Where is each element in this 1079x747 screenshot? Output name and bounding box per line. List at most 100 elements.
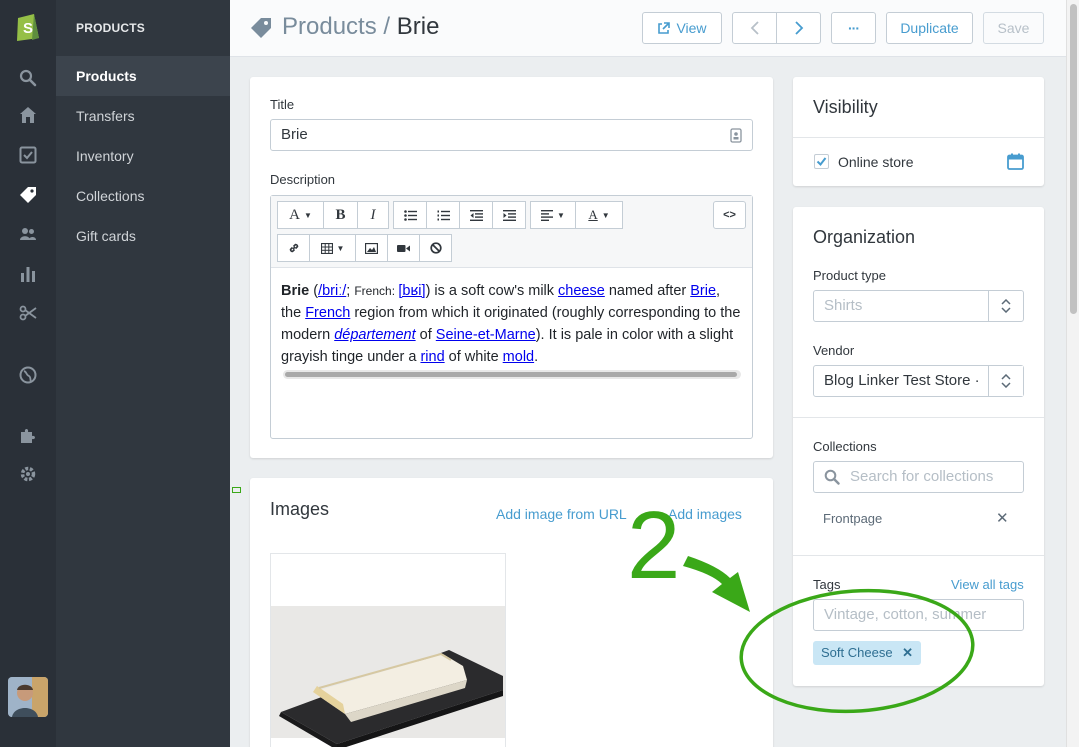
desc-link-french[interactable]: French: [305, 305, 350, 321]
apps-puzzle-icon[interactable]: [17, 424, 39, 446]
settings-gear-icon[interactable]: [17, 463, 39, 485]
products-tag-icon[interactable]: [17, 184, 39, 206]
avatar[interactable]: [8, 677, 48, 717]
visibility-card: Visibility Online store: [793, 77, 1044, 186]
scrollbar-thumb[interactable]: [285, 372, 737, 377]
subnav-item-inventory[interactable]: Inventory: [56, 136, 230, 176]
svg-text:S: S: [23, 20, 33, 37]
desc-link-rind[interactable]: rind: [420, 349, 444, 365]
product-type-select[interactable]: Shirts: [813, 290, 1024, 322]
clear-formatting-button[interactable]: [419, 234, 452, 262]
caret-down-icon: ▼: [601, 210, 610, 220]
title-input[interactable]: Brie: [270, 119, 753, 151]
duplicate-button[interactable]: Duplicate: [886, 12, 973, 44]
images-card: Images Add image from URL Add images: [250, 478, 773, 747]
breadcrumb-separator: /: [383, 13, 391, 40]
scrollbar-thumb[interactable]: [1070, 4, 1077, 314]
vendor-select[interactable]: Blog Linker Test Store ·: [813, 365, 1024, 397]
tags-input[interactable]: Vintage, cotton, summer: [813, 599, 1024, 631]
html-source-button[interactable]: <>: [713, 201, 746, 229]
desc-link-departement[interactable]: département: [334, 327, 415, 343]
subnav-item-products[interactable]: Products: [56, 56, 230, 96]
home-icon[interactable]: [17, 104, 39, 126]
collection-item-frontpage: Frontpage: [823, 511, 883, 526]
chevron-right-icon: [794, 21, 804, 35]
subnav-item-collections[interactable]: Collections: [56, 176, 230, 216]
calendar-icon[interactable]: [1007, 153, 1024, 173]
page-header: Products / Brie View ··· Duplicate Save: [230, 0, 1066, 57]
external-link-icon: [657, 21, 671, 35]
page-scrollbar[interactable]: [1066, 0, 1079, 747]
customers-icon[interactable]: [17, 223, 39, 245]
product-image-thumbnail[interactable]: [270, 553, 506, 747]
tags-placeholder: Vintage, cotton, summer: [824, 606, 987, 623]
tag-chip-label: Soft Cheese: [821, 645, 893, 660]
desc-link-mold[interactable]: mold: [503, 349, 534, 365]
desc-link-brie[interactable]: Brie: [690, 283, 716, 299]
align-button[interactable]: ▼: [530, 201, 576, 229]
subnav-item-gift-cards[interactable]: Gift cards: [56, 216, 230, 256]
insert-table-button[interactable]: ▼: [309, 234, 356, 262]
editor-horizontal-scrollbar[interactable]: [283, 370, 741, 379]
text-color-button[interactable]: A ▼: [575, 201, 623, 229]
italic-label: I: [370, 206, 376, 223]
online-store-checkbox[interactable]: [814, 154, 829, 169]
divider: [793, 417, 1044, 418]
organization-title: Organization: [813, 227, 916, 247]
add-image-from-url-link[interactable]: Add image from URL: [496, 506, 627, 522]
caret-down-icon: ▼: [336, 243, 345, 253]
collections-search-input[interactable]: Search for collections: [813, 461, 1024, 493]
online-store-label: Online store: [838, 154, 914, 170]
caret-down-icon: ▼: [557, 210, 565, 220]
remove-tag-close-icon[interactable]: ✕: [902, 645, 913, 660]
italic-button[interactable]: I: [357, 201, 389, 229]
next-product-button[interactable]: [776, 12, 821, 44]
vendor-label: Vendor: [813, 343, 855, 358]
view-all-tags-link[interactable]: View all tags: [951, 577, 1024, 592]
insert-video-button[interactable]: [387, 234, 420, 262]
breadcrumb: Products / Brie: [282, 13, 439, 41]
remove-collection-close-icon[interactable]: ✕: [996, 509, 1009, 527]
caret-down-icon: ▼: [303, 210, 312, 220]
product-type-placeholder: Shirts: [824, 297, 863, 314]
subnav-heading: PRODUCTS: [76, 21, 145, 35]
shopify-logo-icon[interactable]: S: [14, 10, 42, 42]
discounts-icon[interactable]: [17, 302, 39, 324]
insert-link-button[interactable]: [277, 234, 310, 262]
product-details-card: Title Brie Description A ▼ B I ▼ A ▼ <> …: [250, 77, 773, 458]
annotation-number: 2: [627, 492, 681, 599]
bullet-list-button[interactable]: [393, 201, 427, 229]
view-button[interactable]: View: [642, 12, 722, 44]
subnav-item-transfers[interactable]: Transfers: [56, 96, 230, 136]
divider: [793, 555, 1044, 556]
orders-icon[interactable]: [17, 144, 39, 166]
sub-navigation: PRODUCTS Products Transfers Inventory Co…: [56, 0, 230, 747]
images-title: Images: [270, 499, 330, 519]
online-store-globe-icon[interactable]: [17, 364, 39, 386]
outdent-button[interactable]: [459, 201, 493, 229]
more-actions-button[interactable]: ···: [831, 12, 876, 44]
insert-image-button[interactable]: [355, 234, 388, 262]
font-style-button[interactable]: A ▼: [277, 201, 324, 229]
title-input-value: Brie: [281, 126, 308, 143]
more-actions-label: ···: [848, 20, 860, 36]
numbered-list-button[interactable]: [426, 201, 460, 229]
desc-text: of: [415, 327, 436, 343]
search-icon[interactable]: [17, 67, 39, 89]
previous-product-button[interactable]: [732, 12, 777, 44]
desc-link-cheese[interactable]: cheese: [558, 283, 605, 299]
collections-label: Collections: [813, 439, 877, 454]
save-button[interactable]: Save: [983, 12, 1044, 44]
reports-icon[interactable]: [17, 263, 39, 285]
collections-search-placeholder: Search for collections: [850, 468, 994, 485]
breadcrumb-parent[interactable]: Products: [282, 13, 377, 40]
desc-text: .: [534, 349, 539, 365]
video-camera-icon: [397, 244, 410, 253]
indent-button[interactable]: [492, 201, 526, 229]
desc-link-ipa[interactable]: [bʁi]: [398, 283, 425, 299]
desc-link-pronunciation[interactable]: /briː/: [318, 283, 346, 299]
description-content[interactable]: Brie (/briː/; French: [bʁi]) is a soft c…: [281, 280, 743, 368]
bold-button[interactable]: B: [323, 201, 358, 229]
outdent-icon: [469, 209, 483, 221]
desc-link-seine-et-marne[interactable]: Seine-et-Marne: [436, 327, 536, 343]
